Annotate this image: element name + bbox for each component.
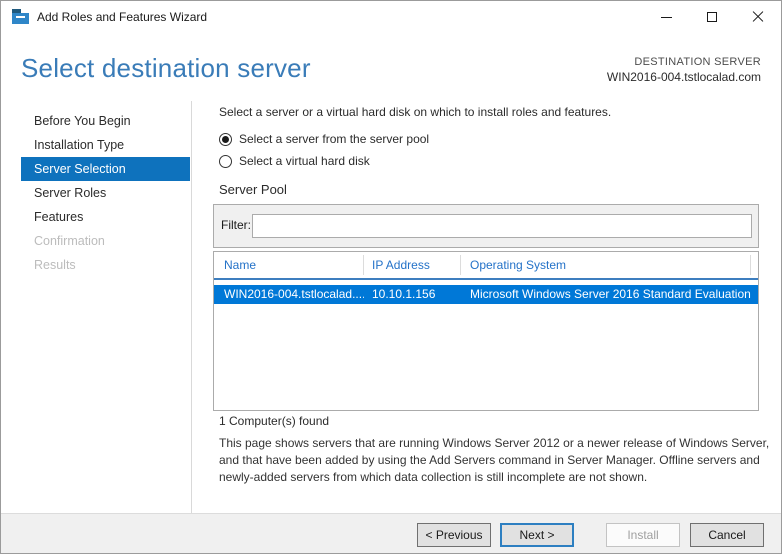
table-row-selected[interactable]: WIN2016-004.tstlocalad.... 10.10.1.156 M… — [214, 285, 758, 304]
column-separator — [460, 255, 461, 275]
main-content: Select a server or a virtual hard disk o… — [213, 101, 771, 515]
destination-server-block: DESTINATION SERVER WIN2016-004.tstlocala… — [607, 56, 761, 84]
server-pool-table: Name IP Address Operating System WIN2016… — [213, 251, 759, 411]
wizard-steps-sidebar: Before You Begin Installation Type Serve… — [21, 109, 190, 277]
radio-select-server-pool[interactable]: Select a server from the server pool — [219, 132, 429, 146]
computers-found-count: 1 Computer(s) found — [219, 414, 330, 428]
title-bar: Add Roles and Features Wizard — [1, 1, 781, 33]
column-header-ip-address[interactable]: IP Address — [372, 252, 430, 278]
sidebar-item-server-roles[interactable]: Server Roles — [21, 181, 190, 205]
previous-button[interactable]: < Previous — [417, 523, 491, 547]
close-icon — [752, 11, 764, 23]
cancel-button[interactable]: Cancel — [690, 523, 764, 547]
sidebar-item-before-you-begin[interactable]: Before You Begin — [21, 109, 190, 133]
page-description: This page shows servers that are running… — [219, 436, 770, 484]
destination-server-value: WIN2016-004.tstlocalad.com — [606, 70, 761, 84]
sidebar-item-results: Results — [34, 258, 76, 272]
filter-panel: Filter: — [213, 204, 759, 248]
window-controls — [643, 1, 781, 33]
close-button[interactable] — [735, 1, 781, 33]
window-title: Add Roles and Features Wizard — [37, 10, 208, 24]
maximize-button[interactable] — [689, 1, 735, 33]
column-separator — [750, 255, 751, 275]
button-bar: < Previous Next > Install Cancel — [1, 513, 781, 553]
sidebar-item-confirmation: Confirmation — [34, 234, 105, 248]
minimize-button[interactable] — [643, 1, 689, 33]
table-header: Name IP Address Operating System — [214, 252, 758, 278]
filter-label: Filter: — [221, 218, 251, 232]
radio-button-icon[interactable] — [219, 132, 232, 146]
column-header-operating-system[interactable]: Operating System — [470, 252, 566, 278]
sidebar-divider — [191, 101, 192, 515]
table-header-rule — [214, 278, 758, 280]
next-button[interactable]: Next > — [500, 523, 574, 547]
column-header-name[interactable]: Name — [224, 252, 256, 278]
radio-button-icon[interactable] — [219, 154, 232, 168]
cell-name: WIN2016-004.tstlocalad.... — [224, 287, 364, 301]
minimize-icon — [660, 16, 672, 18]
cell-operating-system: Microsoft Windows Server 2016 Standard E… — [470, 287, 751, 301]
sidebar-item-features[interactable]: Features — [21, 205, 190, 229]
sidebar-item-server-selection[interactable]: Server Selection — [21, 157, 190, 181]
destination-server-label: DESTINATION SERVER — [634, 56, 761, 68]
wizard-window: Add Roles and Features Wizard Select des… — [0, 0, 782, 554]
filter-input[interactable] — [252, 214, 752, 238]
radio-select-virtual-hard-disk[interactable]: Select a virtual hard disk — [219, 154, 370, 168]
install-button: Install — [606, 523, 680, 547]
maximize-icon — [707, 12, 717, 22]
sidebar-item-installation-type[interactable]: Installation Type — [21, 133, 190, 157]
server-pool-title: Server Pool — [219, 182, 287, 197]
intro-text: Select a server or a virtual hard disk o… — [219, 105, 612, 119]
radio-label: Select a server from the server pool — [239, 132, 430, 146]
radio-label: Select a virtual hard disk — [239, 154, 370, 168]
cell-ip-address: 10.10.1.156 — [372, 287, 436, 301]
column-separator — [363, 255, 364, 275]
server-manager-app-icon — [12, 9, 29, 25]
page-title: Select destination server — [21, 53, 311, 83]
